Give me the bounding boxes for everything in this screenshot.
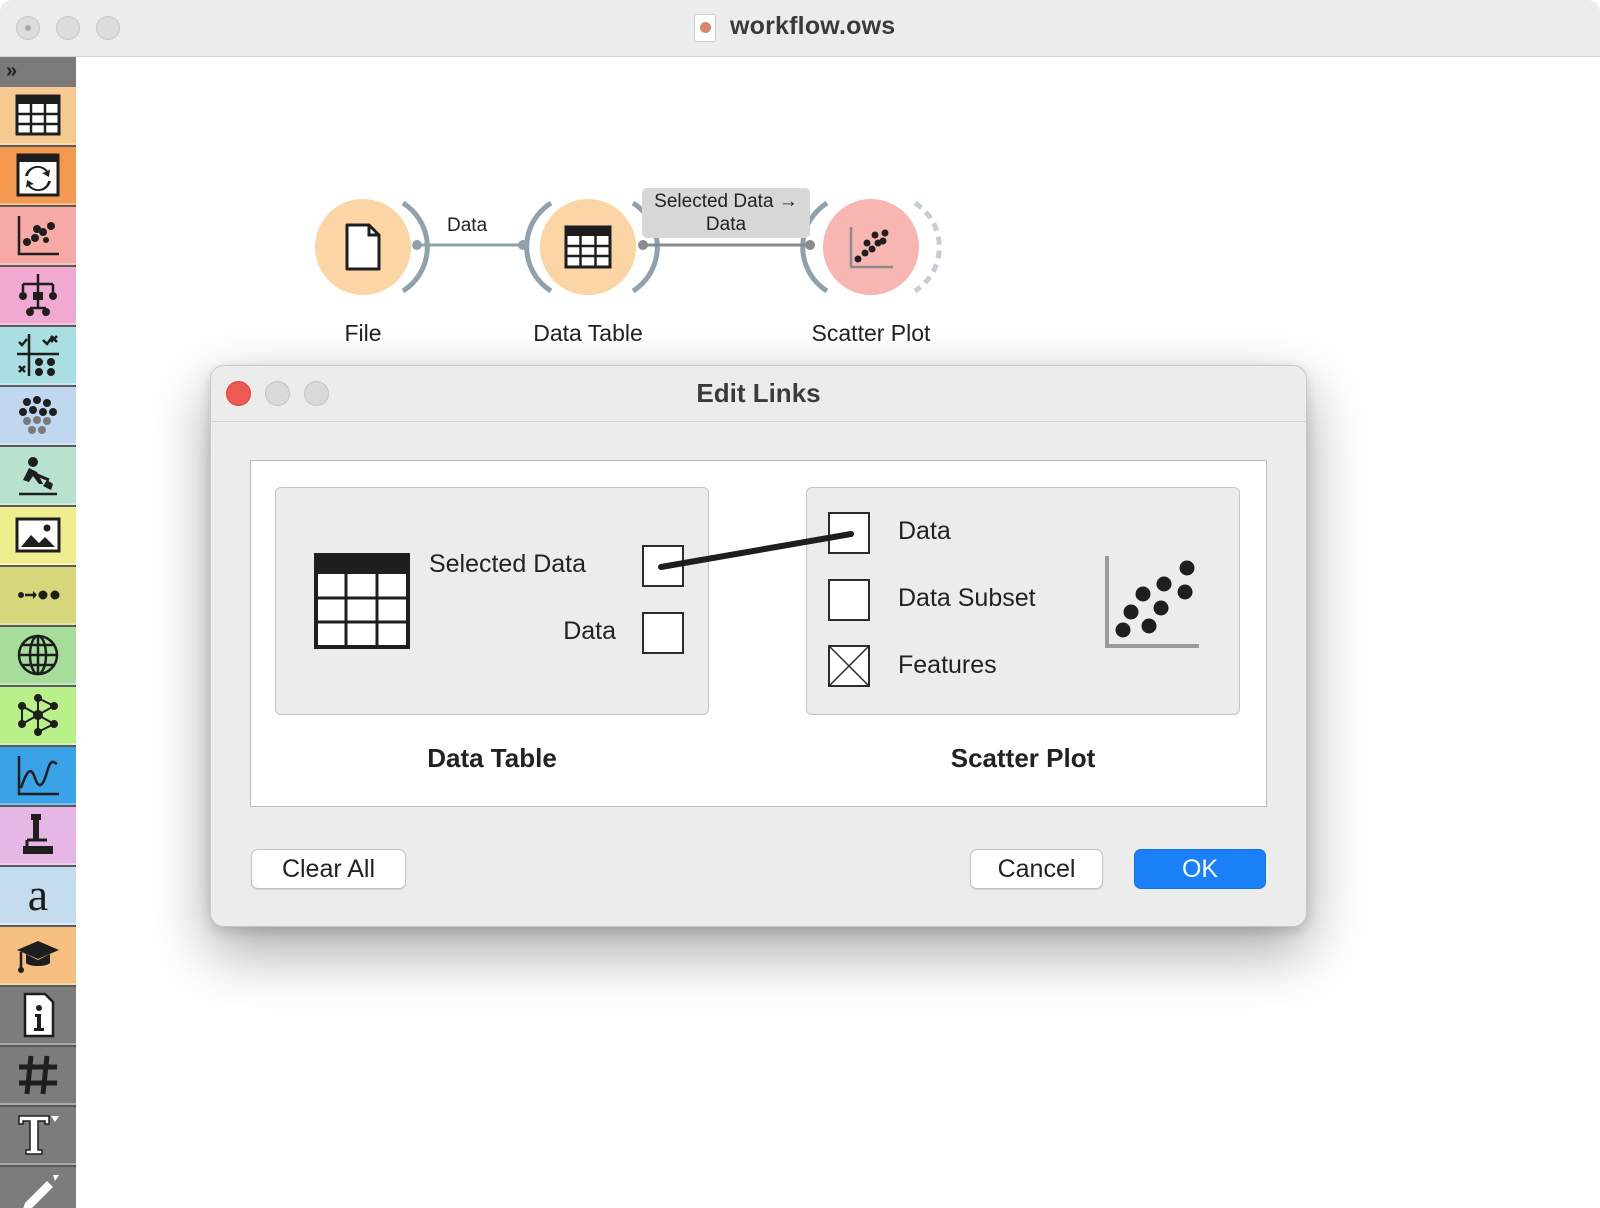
category-networks[interactable] xyxy=(0,687,76,745)
link-end-dot xyxy=(805,240,815,250)
graduation-cap-icon xyxy=(17,941,59,973)
category-visualize[interactable] xyxy=(0,207,76,265)
globe-icon xyxy=(17,634,59,676)
sequence-icon xyxy=(18,590,60,600)
edit-links-dialog: Edit Links Selected Data Data Data Data … xyxy=(210,365,1307,927)
main-window: workflow.ows » a Data Selected Data → Da… xyxy=(0,0,1600,1208)
pen-icon xyxy=(23,1175,59,1208)
ok-button[interactable]: OK xyxy=(1134,849,1266,889)
window-close-button[interactable] xyxy=(16,16,40,40)
cancel-button[interactable]: Cancel xyxy=(970,849,1103,889)
input-label-features: Features xyxy=(898,651,997,679)
digger-icon xyxy=(19,457,57,496)
input-anchor-data-subset[interactable] xyxy=(828,579,870,621)
category-text-mining[interactable]: a xyxy=(0,867,76,925)
node-scatter-plot[interactable] xyxy=(823,199,919,295)
category-educational[interactable] xyxy=(0,447,76,505)
transform-icon xyxy=(16,153,60,197)
svg-text:a: a xyxy=(28,870,48,920)
category-transform[interactable] xyxy=(0,147,76,205)
input-anchor-data[interactable] xyxy=(828,512,870,554)
text-tool-icon xyxy=(18,1115,59,1155)
category-time-series[interactable] xyxy=(0,567,76,625)
spectrum-icon xyxy=(17,756,59,796)
link-end-dot xyxy=(518,240,528,250)
letter-a-icon: a xyxy=(28,870,48,920)
cluster-icon xyxy=(19,396,57,434)
category-single-cell[interactable] xyxy=(0,807,76,865)
title-bar: workflow.ows xyxy=(0,0,1600,57)
disabled-cross-icon xyxy=(830,647,868,685)
file-icon xyxy=(345,223,381,271)
category-image-analytics[interactable] xyxy=(0,507,76,565)
scatter-icon xyxy=(849,227,893,269)
scatter-icon xyxy=(1105,556,1199,648)
hash-icon xyxy=(19,1055,57,1095)
link-start-dot xyxy=(638,240,648,250)
node-file[interactable] xyxy=(315,199,411,295)
clear-all-button[interactable]: Clear All xyxy=(251,849,406,889)
table-icon xyxy=(314,553,410,649)
node-label-file[interactable]: File xyxy=(344,320,381,347)
window-zoom-button[interactable] xyxy=(96,16,120,40)
sink-widget-title: Scatter Plot xyxy=(950,743,1096,773)
tree-icon xyxy=(19,274,57,316)
tool-grid[interactable] xyxy=(0,1047,76,1105)
link-label-line2: Data xyxy=(705,214,747,235)
document-icon xyxy=(694,14,716,42)
output-label-data: Data xyxy=(563,617,616,645)
tool-text[interactable] xyxy=(0,1107,76,1165)
expand-toolbar-button[interactable]: » xyxy=(0,57,76,87)
source-widget-box: Selected Data Data xyxy=(275,487,709,715)
source-widget-title: Data Table xyxy=(427,743,557,773)
category-geo[interactable] xyxy=(0,627,76,685)
network-icon xyxy=(18,694,58,736)
link-editor-area[interactable]: Selected Data Data Data Data Subset Feat… xyxy=(250,460,1267,807)
category-data[interactable] xyxy=(0,87,76,145)
dialog-title-bar: Edit Links xyxy=(211,366,1306,422)
input-anchor-features[interactable] xyxy=(828,645,870,687)
scatter-icon xyxy=(17,216,59,256)
dialog-title: Edit Links xyxy=(696,378,821,408)
output-anchor-data[interactable] xyxy=(642,612,684,654)
input-label-data-subset: Data Subset xyxy=(898,584,1036,612)
window-minimize-button[interactable] xyxy=(56,16,80,40)
window-title: workflow.ows xyxy=(730,12,896,40)
category-unsupervised[interactable] xyxy=(0,387,76,445)
category-model[interactable] xyxy=(0,267,76,325)
link-start-dot xyxy=(412,240,422,250)
node-data-table[interactable] xyxy=(540,199,636,295)
link-label-file-table: Data xyxy=(447,215,488,236)
evaluate-icon xyxy=(17,334,59,376)
category-survival[interactable] xyxy=(0,927,76,985)
image-icon xyxy=(15,517,61,553)
microscope-icon xyxy=(23,814,53,854)
output-anchor-selected-data[interactable] xyxy=(642,545,684,587)
link-label-table-scatter[interactable]: Selected Data → Data xyxy=(642,188,810,238)
widget-category-toolbar: » a xyxy=(0,57,76,1208)
info-icon xyxy=(23,992,55,1038)
node-label-scatter-plot[interactable]: Scatter Plot xyxy=(812,320,931,347)
sink-widget-box: Data Data Subset Features xyxy=(806,487,1240,715)
node-label-data-table[interactable]: Data Table xyxy=(533,320,643,347)
category-spectroscopy[interactable] xyxy=(0,747,76,805)
output-label-selected-data: Selected Data xyxy=(428,550,586,578)
category-evaluate[interactable] xyxy=(0,327,76,385)
table-icon xyxy=(564,225,612,269)
link-label-line1: Selected Data → xyxy=(654,191,798,212)
input-label-data: Data xyxy=(898,517,951,545)
tool-draw[interactable] xyxy=(0,1167,76,1208)
table-icon xyxy=(15,94,61,136)
tool-info[interactable] xyxy=(0,987,76,1045)
